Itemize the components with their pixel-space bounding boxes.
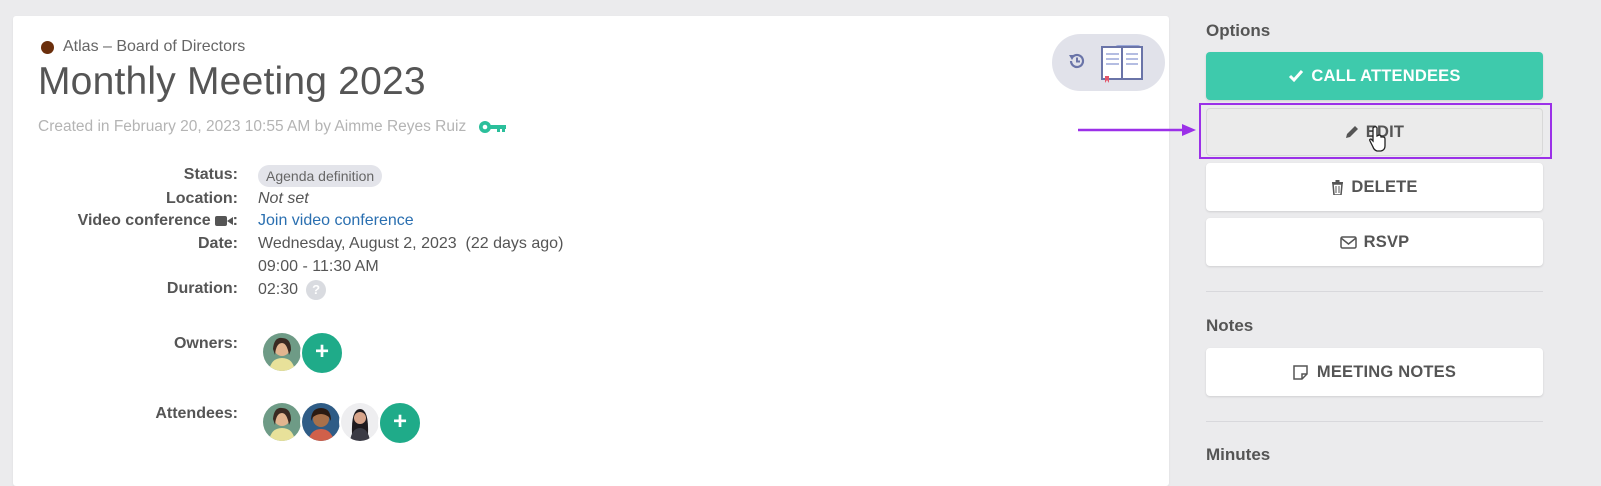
date-row: Date: Wednesday, August 2, 2023 (22 days…: [13, 235, 713, 257]
video-conference-label: Video conference :: [78, 212, 238, 230]
date-label: Date:: [197, 235, 238, 252]
minutes-title: Minutes: [1206, 445, 1271, 464]
location-value: Not set: [258, 190, 309, 207]
call-attendees-button[interactable]: CALL ATTENDEES: [1206, 52, 1543, 100]
avatar-image: [263, 403, 301, 441]
envelope-icon: [1339, 235, 1357, 249]
trash-icon: [1331, 179, 1344, 195]
options-title: Options: [1206, 21, 1271, 40]
status-badge: Agenda definition: [258, 165, 383, 187]
location-row: Location: Not set: [13, 190, 713, 212]
history-actions: [1052, 34, 1165, 91]
key-icon[interactable]: [478, 119, 508, 135]
organization-name: Atlas – Board of Directors: [63, 38, 246, 55]
video-conference-label-text: Video conference: [77, 212, 211, 229]
divider: [1206, 291, 1543, 292]
check-icon: [1288, 69, 1304, 83]
location-label: Location:: [166, 190, 238, 207]
meeting-card: Atlas – Board of Directors Monthly Meeti…: [13, 16, 1169, 486]
join-video-conference-link[interactable]: Join video conference: [258, 212, 414, 230]
duration-row: Duration: 02:30?: [13, 280, 713, 304]
owners-row: Owners:: [13, 335, 713, 357]
organization-color-dot: [41, 40, 54, 54]
avatar[interactable]: [300, 401, 342, 443]
avatar-image: [302, 403, 340, 441]
organization-breadcrumb[interactable]: Atlas – Board of Directors: [41, 38, 245, 56]
time-row: 09:00 - 11:30 AM: [13, 258, 713, 280]
note-icon: [1293, 364, 1308, 380]
pointer-cursor-icon: [1369, 126, 1386, 152]
arrow-icon: [1078, 124, 1196, 136]
add-owner-button[interactable]: +: [300, 331, 344, 375]
page-title: Monthly Meeting 2023: [38, 60, 426, 103]
notes-title: Notes: [1206, 316, 1254, 335]
created-info: Created in February 20, 2023 10:55 AM by…: [38, 118, 508, 136]
date-value: Wednesday, August 2, 2023 (22 days ago): [258, 235, 564, 252]
status-label: Status:: [183, 166, 238, 183]
duration-value: 02:30: [258, 281, 299, 299]
duration-label: Duration:: [166, 280, 238, 297]
duration-value-group: 02:30?: [258, 280, 327, 300]
avatar[interactable]: [261, 331, 303, 373]
delete-button[interactable]: DELETE: [1206, 163, 1543, 211]
video-conference-row: Video conference : Join video conference: [13, 212, 713, 234]
call-attendees-label: CALL ATTENDEES: [1311, 66, 1461, 85]
rsvp-label: RSVP: [1363, 232, 1410, 251]
video-conference-colon: :: [232, 212, 238, 229]
add-attendee-button[interactable]: +: [378, 401, 422, 445]
divider: [1206, 421, 1543, 422]
owners-label: Owners:: [173, 335, 238, 352]
meeting-notes-label: MEETING NOTES: [1316, 362, 1457, 381]
book-icon[interactable]: [1100, 43, 1145, 83]
time-value: 09:00 - 11:30 AM: [258, 258, 379, 275]
attendees-label: Attendees:: [155, 405, 238, 422]
avatar[interactable]: [339, 401, 381, 443]
avatar-image: [263, 333, 301, 371]
meeting-notes-button[interactable]: MEETING NOTES: [1206, 348, 1543, 396]
history-icon[interactable]: [1067, 51, 1087, 71]
status-row: Status: Agenda definition: [13, 165, 713, 188]
video-camera-icon: [214, 216, 233, 226]
avatar[interactable]: [261, 401, 303, 443]
help-icon[interactable]: ?: [306, 280, 327, 300]
rsvp-button[interactable]: RSVP: [1206, 218, 1543, 266]
avatar-image: [341, 403, 379, 441]
created-text: Created in February 20, 2023 10:55 AM by…: [38, 118, 467, 135]
delete-label: DELETE: [1351, 177, 1418, 196]
